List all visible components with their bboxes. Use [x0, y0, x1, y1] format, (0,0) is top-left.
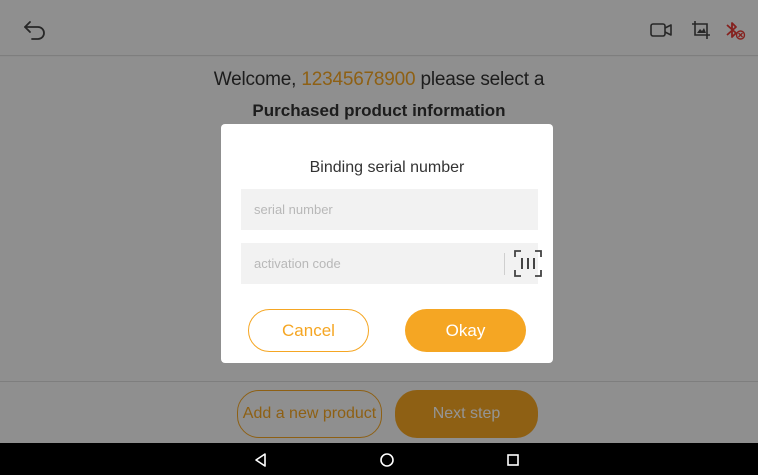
back-triangle-icon[interactable] — [253, 452, 269, 468]
dialog-title: Binding serial number — [309, 159, 465, 176]
field-divider — [504, 253, 505, 275]
home-circle-icon[interactable] — [379, 452, 395, 468]
activation-code-field — [241, 243, 542, 284]
serial-number-field — [241, 189, 538, 230]
barcode-scan-icon[interactable] — [513, 248, 543, 279]
binding-serial-dialog: Binding serial number Cancel Okay — [221, 124, 553, 363]
activation-code-input[interactable] — [241, 243, 481, 284]
recents-square-icon[interactable] — [505, 452, 521, 468]
navigation-bar — [0, 443, 758, 475]
serial-number-input[interactable] — [241, 189, 481, 230]
okay-button[interactable]: Okay — [405, 309, 526, 352]
cancel-button[interactable]: Cancel — [248, 309, 369, 352]
